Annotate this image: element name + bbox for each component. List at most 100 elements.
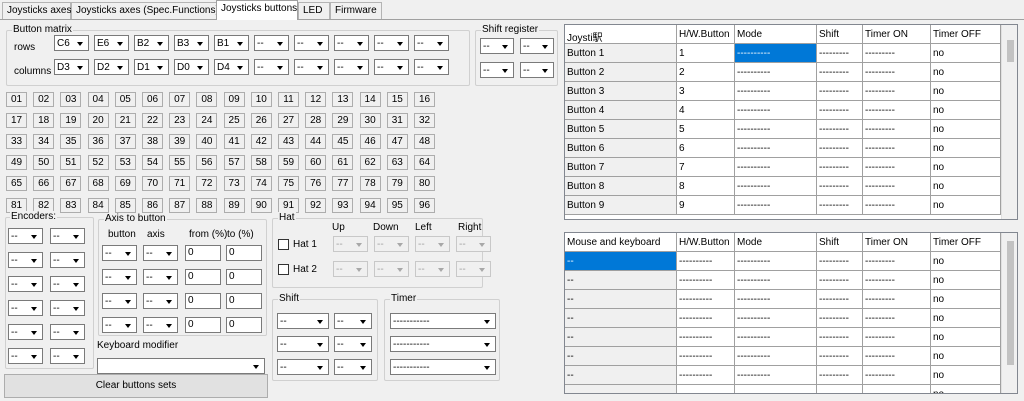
table-cell[interactable]: --------- xyxy=(817,82,863,101)
table-cell[interactable]: no xyxy=(931,366,1001,385)
table-cell[interactable]: --------- xyxy=(863,196,931,215)
button-number-cell[interactable]: 93 xyxy=(332,197,354,213)
table-row[interactable]: ----------------------------------------… xyxy=(565,252,1001,271)
table-row[interactable]: Button 4 4 ---------- --------- --------- no xyxy=(565,101,1001,120)
table-cell[interactable]: --------- xyxy=(863,309,931,328)
button-number-cell[interactable]: 31 xyxy=(386,113,408,129)
table-row[interactable]: Button 9 9 ---------- --------- --------- no xyxy=(565,196,1001,215)
table-row[interactable]: Button 6 6 ---------- --------- --------- no xyxy=(565,139,1001,158)
encoder-select[interactable]: -- xyxy=(8,228,43,244)
button-number-cell[interactable]: 38 xyxy=(142,134,163,150)
button-number-cell[interactable]: 22 xyxy=(142,113,163,129)
button-number-cell[interactable]: 70 xyxy=(142,176,163,192)
tab-firmware[interactable]: Firmware xyxy=(330,2,382,19)
button-number-cell[interactable]: 96 xyxy=(414,197,435,213)
shift-select[interactable]: -- xyxy=(334,313,372,329)
tab-joysticks-axes[interactable]: Joysticks axes xyxy=(2,2,71,19)
axis-select[interactable]: -- xyxy=(143,293,178,309)
table-cell[interactable]: --------- xyxy=(863,139,931,158)
table-cell[interactable]: --------- xyxy=(863,328,931,347)
button-number-cell[interactable]: 62 xyxy=(359,155,381,171)
button-number-cell[interactable]: 77 xyxy=(332,176,354,192)
axis-select[interactable]: -- xyxy=(143,269,178,285)
button-number-cell[interactable]: 46 xyxy=(359,134,381,150)
axis-from-input[interactable]: 0 xyxy=(185,269,221,285)
button-number-cell[interactable]: 85 xyxy=(114,197,136,213)
table-cell[interactable]: no xyxy=(931,158,1001,177)
column-header[interactable]: Timer OFF xyxy=(931,233,1001,252)
button-number-cell[interactable]: 68 xyxy=(87,176,109,192)
button-number-cell[interactable]: 58 xyxy=(250,155,272,171)
button-number-cell[interactable]: 16 xyxy=(414,92,435,107)
axis-select[interactable]: -- xyxy=(143,317,178,333)
button-number-cell[interactable]: 04 xyxy=(87,92,109,107)
axis-to-input[interactable]: 0 xyxy=(226,245,262,261)
button-number-cell[interactable]: 45 xyxy=(332,134,354,150)
table-row[interactable]: Button 3 3 ---------- --------- --------- no xyxy=(565,82,1001,101)
table-cell[interactable]: no xyxy=(931,271,1001,290)
button-number-cell[interactable]: 52 xyxy=(87,155,109,171)
table-cell[interactable]: ---------- xyxy=(677,290,735,309)
button-number-cell[interactable]: 51 xyxy=(60,155,82,171)
table-cell[interactable]: --------- xyxy=(817,328,863,347)
button-number-cell[interactable]: 71 xyxy=(169,176,191,192)
button-number-cell[interactable]: 73 xyxy=(223,176,245,192)
table-cell[interactable]: no xyxy=(931,347,1001,366)
table-row[interactable]: Button 1 1 ---------- --------- --------- no xyxy=(565,44,1001,63)
button-number-cell[interactable]: 44 xyxy=(305,134,327,150)
axis-button-select[interactable]: -- xyxy=(102,269,137,285)
button-number-cell[interactable]: 20 xyxy=(87,113,109,129)
button-number-cell[interactable]: 42 xyxy=(250,134,272,150)
encoder-select[interactable]: -- xyxy=(50,348,85,364)
table-row[interactable]: ----------------------------------------… xyxy=(565,309,1001,328)
table-cell[interactable]: ---------- xyxy=(677,309,735,328)
matrix-row-select[interactable]: -- xyxy=(294,35,329,51)
table-cell[interactable]: --------- xyxy=(863,347,931,366)
button-number-cell[interactable]: 54 xyxy=(142,155,163,171)
hat-direction-select[interactable]: -- xyxy=(333,236,368,252)
button-number-cell[interactable]: 66 xyxy=(33,176,55,192)
button-number-cell[interactable]: 74 xyxy=(250,176,272,192)
row-name-cell[interactable]: -- xyxy=(565,328,677,347)
button-number-cell[interactable]: 05 xyxy=(114,92,136,107)
table-cell[interactable]: --------- xyxy=(863,120,931,139)
table-row[interactable]: ----------------------------------------… xyxy=(565,271,1001,290)
encoder-select[interactable]: -- xyxy=(50,228,85,244)
table-cell[interactable]: no xyxy=(931,120,1001,139)
shift-select[interactable]: -- xyxy=(277,313,329,329)
table-cell[interactable]: ---------- xyxy=(735,252,817,271)
button-number-cell[interactable]: 65 xyxy=(6,176,27,192)
button-number-cell[interactable]: 08 xyxy=(196,92,218,107)
button-number-cell[interactable]: 88 xyxy=(196,197,218,213)
button-number-cell[interactable]: 56 xyxy=(196,155,218,171)
table-cell[interactable]: --------- xyxy=(863,177,931,196)
button-number-cell[interactable]: 14 xyxy=(359,92,381,107)
table-cell[interactable]: --------- xyxy=(863,44,931,63)
table-cell[interactable]: 7 xyxy=(677,158,735,177)
table-cell[interactable]: --------- xyxy=(863,271,931,290)
hat-checkbox[interactable] xyxy=(278,239,289,250)
button-number-cell[interactable]: 49 xyxy=(6,155,27,171)
table-cell[interactable]: ---------- xyxy=(735,44,817,63)
column-header[interactable]: Timer ON xyxy=(863,25,931,44)
button-number-cell[interactable]: 48 xyxy=(414,134,435,150)
hat-direction-select[interactable]: -- xyxy=(374,236,409,252)
table-cell[interactable]: --------- xyxy=(863,385,931,393)
encoder-select[interactable]: -- xyxy=(50,276,85,292)
button-number-cell[interactable]: 84 xyxy=(87,197,109,213)
scrollbar-thumb[interactable] xyxy=(1007,40,1014,62)
table-cell[interactable]: ---------- xyxy=(677,347,735,366)
table-cell[interactable]: ---------- xyxy=(735,328,817,347)
encoder-select[interactable]: -- xyxy=(8,300,43,316)
row-name-cell[interactable]: Button 7 xyxy=(565,158,677,177)
button-number-cell[interactable]: 29 xyxy=(332,113,354,129)
timer-select[interactable]: ----------- xyxy=(390,359,496,375)
row-name-cell[interactable]: -- xyxy=(565,309,677,328)
matrix-row-select[interactable]: -- xyxy=(374,35,409,51)
table-cell[interactable]: --------- xyxy=(817,271,863,290)
encoder-select[interactable]: -- xyxy=(50,252,85,268)
table-cell[interactable]: ---------- xyxy=(735,271,817,290)
hat-direction-select[interactable]: -- xyxy=(415,261,450,277)
encoder-select[interactable]: -- xyxy=(8,252,43,268)
hat-direction-select[interactable]: -- xyxy=(374,261,409,277)
